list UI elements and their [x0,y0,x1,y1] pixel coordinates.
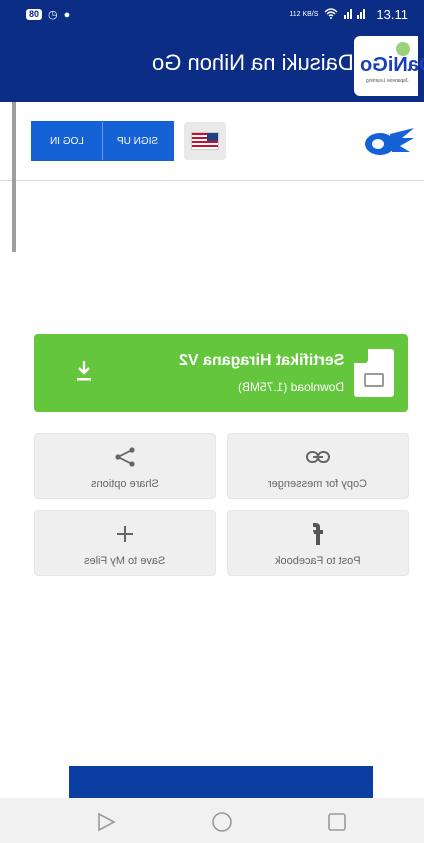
share-icon [115,447,135,467]
app-logo[interactable]: DaNiGo Japanese Learning [354,36,424,96]
logo-text: DaNiGo [360,54,424,76]
status-bar: 80 ◷ ● 112 KB/S 13.11 [0,0,424,30]
home-icon[interactable] [211,812,233,834]
status-right-icons: 112 KB/S 13.11 [289,7,408,22]
save-files-label: Save to My Files [84,555,166,567]
share-options-label: Share options [91,478,159,490]
file-size: Download (1.75MB) [237,380,344,394]
file-name: Sertifikat Hiragana V2 [178,352,344,369]
copy-messenger-label: Copy for messenger [268,478,368,490]
save-files-button[interactable]: Save to My Files [34,510,216,576]
logo-subtitle: Japanese Learning [366,78,409,84]
file-image-icon [354,349,394,397]
post-facebook-label: Post to Facebook [275,555,361,567]
signal-icon [344,7,370,22]
back-icon[interactable] [96,812,116,832]
status-left-icons: 80 ◷ ● [26,8,70,21]
share-options-button[interactable]: Share options [34,433,216,499]
clock-time: 13.11 [376,7,408,22]
brand-logo-icon[interactable] [358,124,416,162]
system-nav-bar [0,798,424,843]
bottom-banner[interactable] [69,766,373,798]
net-speed: 112 KB/S [289,11,319,18]
login-label: LOG IN [50,135,84,147]
us-flag-icon [191,132,219,150]
signup-button[interactable]: SIGN UP [103,122,173,160]
plus-icon [117,526,133,542]
alarm-icon: ◷ [48,9,58,21]
copy-messenger-button[interactable]: Copy for messenger [227,433,409,499]
app-header: Daisuki na Nihon Go DaNiGo Japanese Lear… [0,30,424,102]
language-button[interactable] [184,122,226,160]
auth-buttons: LOG IN SIGN UP [31,121,174,161]
lock-icon: ● [63,8,71,21]
link-icon [306,451,330,463]
app-title: Daisuki na Nihon Go [152,50,354,75]
post-facebook-button[interactable]: Post to Facebook [227,510,409,576]
battery-indicator: 80 [26,9,43,20]
scrollbar[interactable] [12,102,16,252]
facebook-icon [313,523,323,545]
login-button[interactable]: LOG IN [32,122,103,160]
signup-label: SIGN UP [117,135,159,147]
recents-icon[interactable] [327,812,347,832]
wifi-icon [324,7,338,22]
download-icon[interactable] [76,360,92,382]
